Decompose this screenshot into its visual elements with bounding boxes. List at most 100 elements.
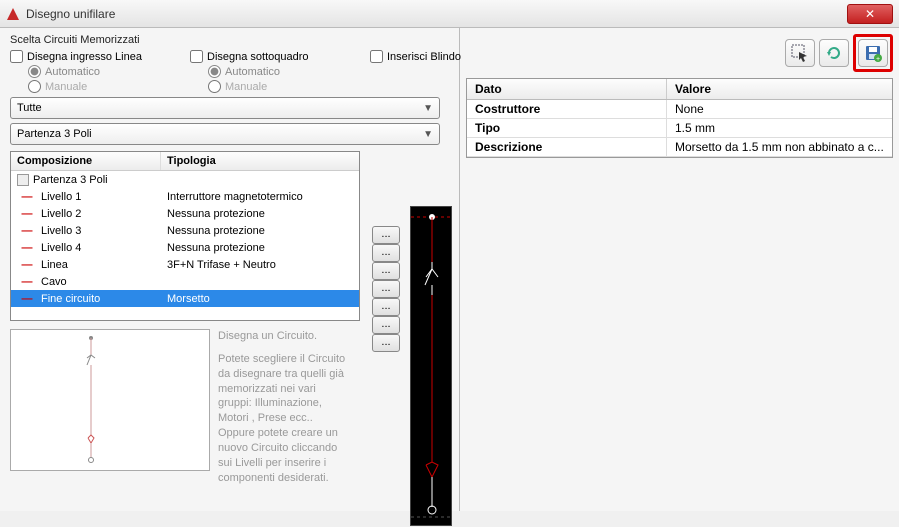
tree-connector-icon: —: [17, 276, 37, 288]
tree-row-type: Interruttore magnetotermico: [161, 191, 359, 203]
combo-circuit-value: Partenza 3 Poli: [17, 128, 92, 140]
radio-sotto-manuale[interactable]: Manuale: [208, 80, 330, 93]
app-logo-icon: [6, 7, 20, 21]
tree-header-composizione: Composizione: [11, 152, 161, 170]
check-inserisci-blindo-box[interactable]: [370, 50, 383, 63]
tree-row-label: Livello 4: [41, 242, 81, 254]
radio-ingresso-manuale-input[interactable]: [28, 80, 41, 93]
help-text: Disegna un Circuito. Potete scegliere il…: [218, 329, 348, 485]
tree-connector-icon: —: [17, 191, 37, 203]
combo-group[interactable]: Tutte ▼: [10, 97, 440, 119]
tree-row[interactable]: — Livello 1 Interruttore magnetotermico: [11, 188, 359, 205]
tree-header-tipologia: Tipologia: [161, 152, 359, 170]
save-icon: +: [864, 44, 882, 62]
check-disegna-ingresso-box[interactable]: [10, 50, 23, 63]
property-row: Tipo1.5 mm: [467, 119, 892, 138]
tree-row-type: 3F+N Trifase + Neutro: [161, 259, 359, 271]
combo-circuit[interactable]: Partenza 3 Poli ▼: [10, 123, 440, 145]
tree-row[interactable]: — Livello 3 Nessuna protezione: [11, 222, 359, 239]
tree-connector-icon: —: [17, 259, 37, 271]
close-button[interactable]: ✕: [847, 4, 893, 24]
tree-connector-icon: —: [17, 225, 37, 237]
tree-row-type: Nessuna protezione: [161, 242, 359, 254]
tree-root-icon: [17, 174, 29, 186]
right-panel: + Dato Valore CostruttoreNoneTipo1.5 mmD…: [460, 28, 899, 511]
refresh-button[interactable]: [819, 39, 849, 67]
tree-connector-icon: —: [17, 293, 37, 305]
right-toolbar: +: [466, 34, 893, 72]
svg-text:+: +: [876, 56, 880, 62]
property-key: Costruttore: [467, 100, 667, 118]
combo-group-value: Tutte: [17, 102, 42, 114]
circuit-tree[interactable]: Composizione Tipologia Partenza 3 Poli — L…: [10, 151, 360, 321]
property-value[interactable]: Morsetto da 1.5 mm non abbinato a c...: [667, 138, 892, 156]
properties-table: Dato Valore CostruttoreNoneTipo1.5 mmDes…: [466, 78, 893, 158]
properties-header: Dato Valore: [467, 79, 892, 100]
refresh-icon: [825, 44, 843, 62]
radio-sotto-automatico-input[interactable]: [208, 65, 221, 78]
tree-row-type: Nessuna protezione: [161, 225, 359, 237]
radio-ingresso-automatico-input[interactable]: [28, 65, 41, 78]
circuit-preview-large: [410, 206, 452, 526]
tree-row-label: Fine circuito: [41, 293, 100, 305]
radio-sotto-automatico-label: Automatico: [225, 66, 280, 78]
check-inserisci-blindo[interactable]: Inserisci Blindo: [370, 50, 510, 63]
radio-ingresso-manuale-label: Manuale: [45, 81, 87, 93]
help-title: Disegna un Circuito.: [218, 329, 348, 344]
property-value[interactable]: 1.5 mm: [667, 119, 892, 137]
check-disegna-sottoquadro-label: Disegna sottoquadro: [207, 51, 309, 63]
circuit-preview-small: [10, 329, 210, 471]
property-key: Descrizione: [467, 138, 667, 156]
titlebar: Disegno unifilare ✕: [0, 0, 899, 28]
chevron-down-icon: ▼: [423, 129, 433, 140]
check-disegna-sottoquadro-box[interactable]: [190, 50, 203, 63]
tree-row-label: Cavo: [41, 276, 67, 288]
radio-sotto-manuale-label: Manuale: [225, 81, 267, 93]
tree-row-type: Morsetto: [161, 293, 359, 305]
window-title: Disegno unifilare: [26, 7, 115, 21]
tree-root[interactable]: Partenza 3 Poli: [11, 171, 359, 188]
edit-livello3-button[interactable]: ...: [372, 262, 400, 280]
check-inserisci-blindo-label: Inserisci Blindo: [387, 51, 461, 63]
tree-root-label: Partenza 3 Poli: [33, 174, 108, 186]
tree-row[interactable]: — Livello 2 Nessuna protezione: [11, 205, 359, 222]
edit-cavo-button[interactable]: ...: [372, 316, 400, 334]
tree-row[interactable]: — Livello 4 Nessuna protezione: [11, 239, 359, 256]
tree-row-label: Livello 1: [41, 191, 81, 203]
tree-header: Composizione Tipologia: [11, 152, 359, 171]
tree-row-label: Livello 3: [41, 225, 81, 237]
check-disegna-ingresso[interactable]: Disegna ingresso Linea: [10, 50, 150, 63]
select-tool-button[interactable]: [785, 39, 815, 67]
left-panel: Scelta Circuiti Memorizzati Disegna ingr…: [0, 28, 460, 511]
property-value[interactable]: None: [667, 100, 892, 118]
edit-livello2-button[interactable]: ...: [372, 244, 400, 262]
radio-sotto-automatico[interactable]: Automatico: [208, 65, 330, 78]
check-disegna-sottoquadro[interactable]: Disegna sottoquadro: [190, 50, 330, 63]
tree-connector-icon: —: [17, 242, 37, 254]
property-row: CostruttoreNone: [467, 100, 892, 119]
property-row: DescrizioneMorsetto da 1.5 mm non abbina…: [467, 138, 892, 157]
help-body: Potete scegliere il Circuito da disegnar…: [218, 352, 348, 486]
tree-row-label: Livello 2: [41, 208, 81, 220]
tree-row[interactable]: — Linea 3F+N Trifase + Neutro: [11, 256, 359, 273]
section-title: Scelta Circuiti Memorizzati: [10, 34, 449, 46]
save-button[interactable]: +: [858, 39, 888, 67]
tree-row[interactable]: — Fine circuito Morsetto: [11, 290, 359, 307]
edit-livello4-button[interactable]: ...: [372, 280, 400, 298]
tree-connector-icon: —: [17, 208, 37, 220]
tree-row-label: Linea: [41, 259, 68, 271]
tree-row[interactable]: — Cavo: [11, 273, 359, 290]
save-highlight: +: [853, 34, 893, 72]
properties-header-valore: Valore: [667, 79, 892, 99]
check-disegna-ingresso-label: Disegna ingresso Linea: [27, 51, 142, 63]
radio-ingresso-automatico[interactable]: Automatico: [28, 65, 150, 78]
chevron-down-icon: ▼: [423, 103, 433, 114]
tree-row-type: Nessuna protezione: [161, 208, 359, 220]
radio-sotto-manuale-input[interactable]: [208, 80, 221, 93]
radio-ingresso-automatico-label: Automatico: [45, 66, 100, 78]
radio-ingresso-manuale[interactable]: Manuale: [28, 80, 150, 93]
edit-linea-button[interactable]: ...: [372, 298, 400, 316]
edit-fine-button[interactable]: ...: [372, 334, 400, 352]
edit-livello1-button[interactable]: ...: [372, 226, 400, 244]
edit-buttons-stack: ... ... ... ... ... ... ...: [372, 226, 400, 352]
